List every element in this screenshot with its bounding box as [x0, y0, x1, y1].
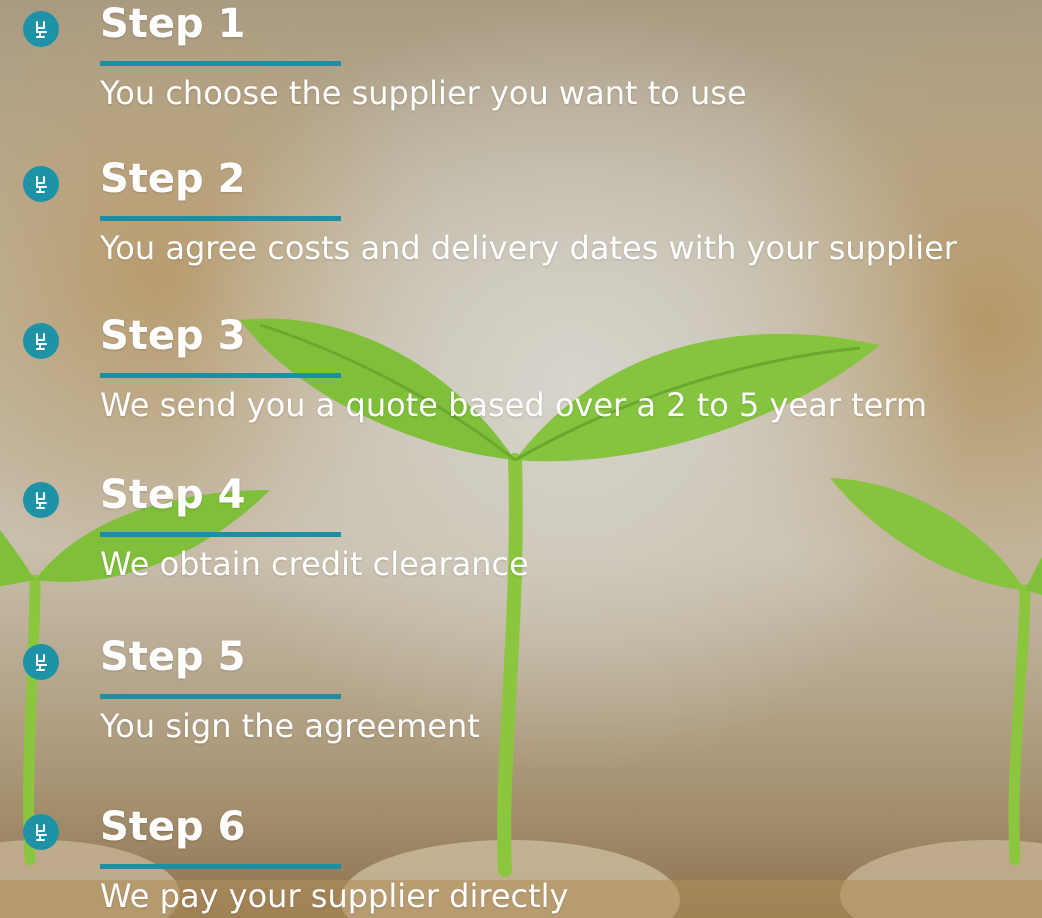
chair-icon	[23, 482, 59, 518]
step-title: Step 5	[100, 634, 246, 680]
chair-icon	[23, 323, 59, 359]
chair-icon	[23, 814, 59, 850]
step-divider	[100, 694, 341, 699]
step-description: We pay your supplier directly	[100, 877, 569, 915]
step-item: Step 6 We pay your supplier directly	[0, 803, 1042, 918]
step-item: Step 5 You sign the agreement	[0, 633, 1042, 763]
step-divider	[100, 532, 341, 537]
step-title: Step 1	[100, 1, 246, 47]
step-title: Step 3	[100, 313, 246, 359]
step-divider	[100, 373, 341, 378]
chair-icon	[23, 11, 59, 47]
step-description: We send you a quote based over a 2 to 5 …	[100, 386, 928, 424]
steps-list: Step 1 You choose the supplier you want …	[0, 0, 1042, 918]
step-item: Step 3 We send you a quote based over a …	[0, 312, 1042, 442]
step-description: You agree costs and delivery dates with …	[100, 229, 957, 267]
step-item: Step 2 You agree costs and delivery date…	[0, 155, 1042, 285]
step-description: You sign the agreement	[100, 707, 480, 745]
step-item: Step 4 We obtain credit clearance	[0, 471, 1042, 601]
step-description: We obtain credit clearance	[100, 545, 529, 583]
step-divider	[100, 61, 341, 66]
step-title: Step 2	[100, 156, 246, 202]
step-divider	[100, 864, 341, 869]
step-title: Step 6	[100, 804, 246, 850]
step-title: Step 4	[100, 472, 246, 518]
chair-icon	[23, 166, 59, 202]
step-description: You choose the supplier you want to use	[100, 74, 747, 112]
step-divider	[100, 216, 341, 221]
step-item: Step 1 You choose the supplier you want …	[0, 0, 1042, 130]
chair-icon	[23, 644, 59, 680]
